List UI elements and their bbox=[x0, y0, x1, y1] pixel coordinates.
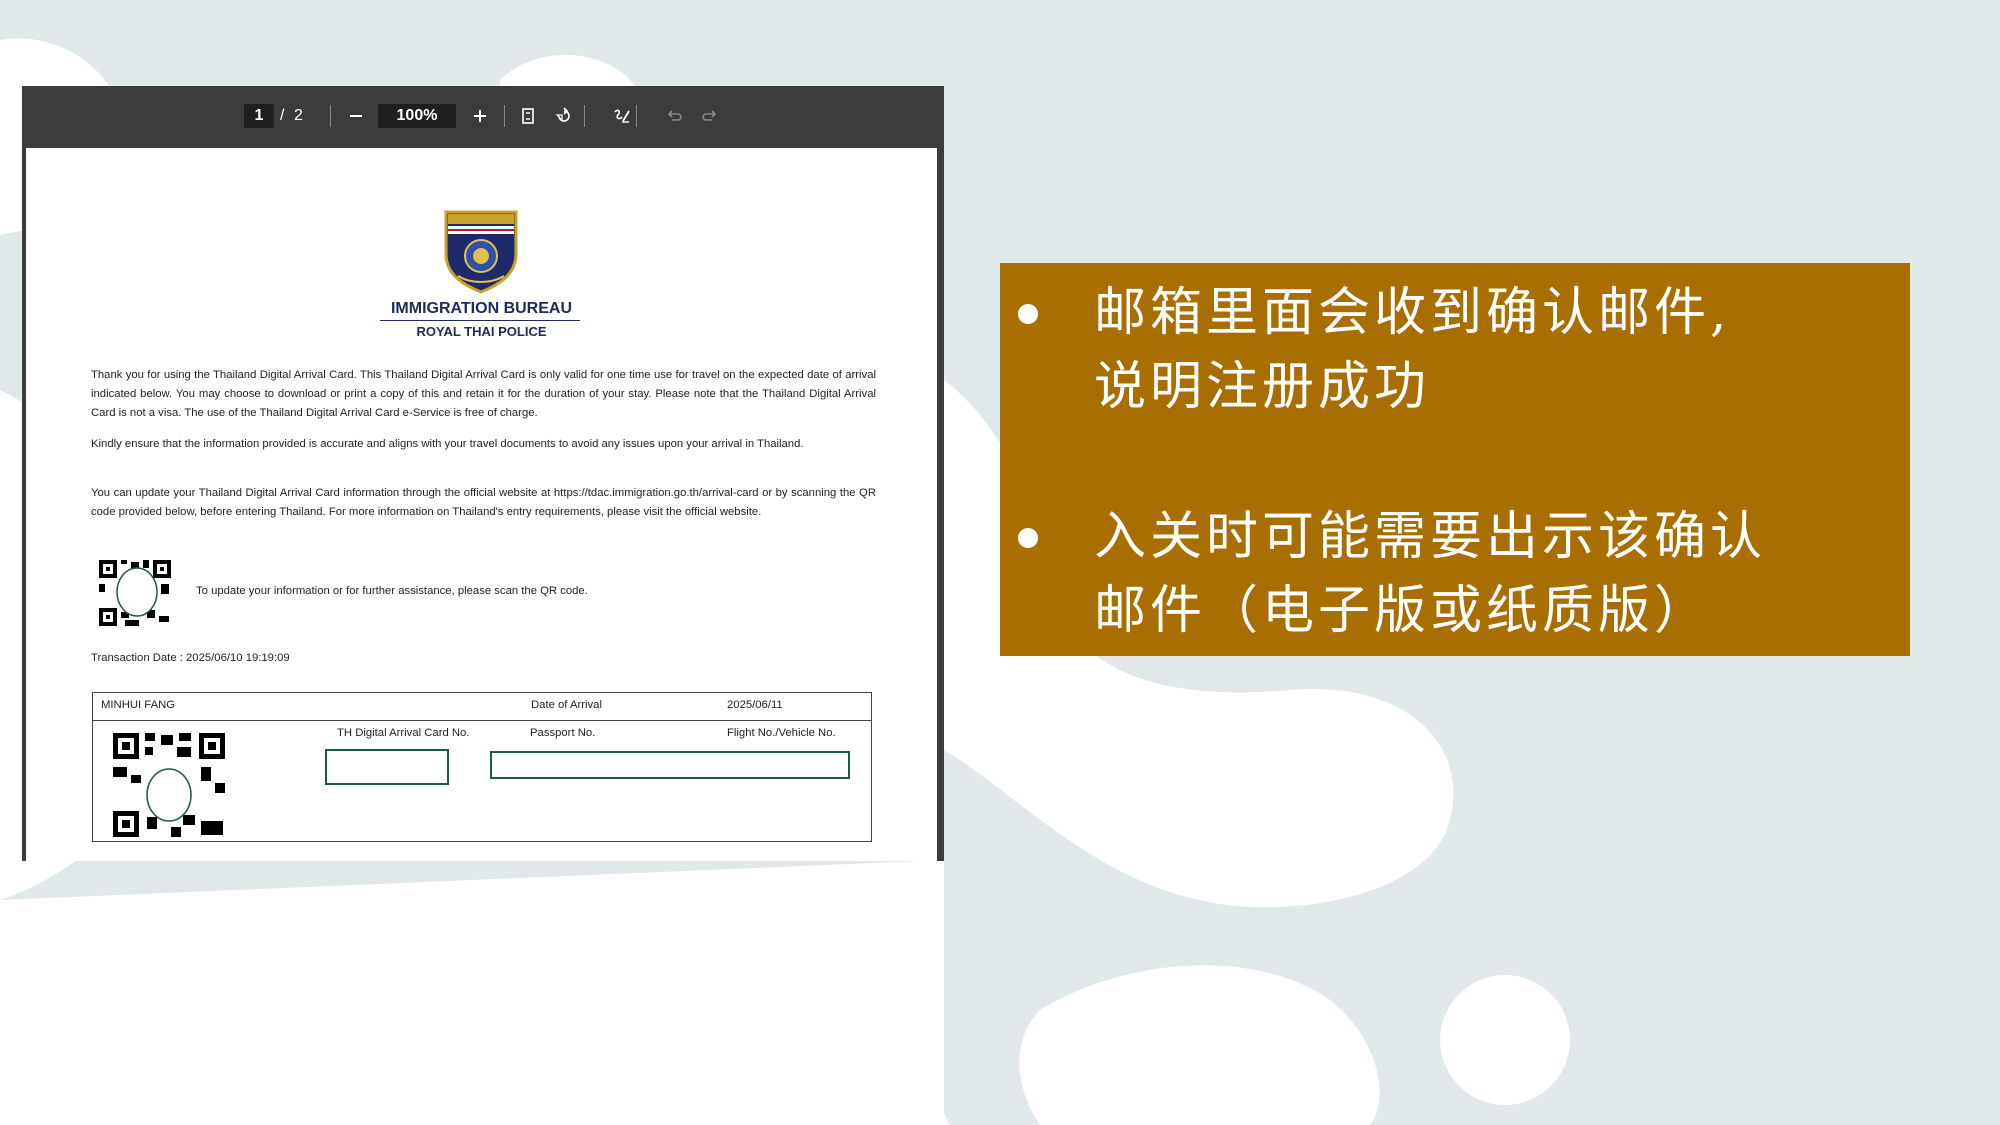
instruction-2: 入关时可能需要出示该确认 邮件（电子版或纸质版） bbox=[1094, 500, 1884, 648]
page-total: 2 bbox=[294, 107, 303, 124]
zoom-out-button[interactable] bbox=[342, 102, 370, 130]
arrival-card-qr-code bbox=[113, 733, 225, 837]
toolbar-divider bbox=[504, 105, 505, 127]
undo-button[interactable] bbox=[660, 102, 688, 130]
accuracy-paragraph: Kindly ensure that the information provi… bbox=[91, 438, 804, 450]
page-separator: / bbox=[280, 107, 285, 124]
update-paragraph: You can update your Thailand Digital Arr… bbox=[91, 487, 876, 518]
draw-icon bbox=[614, 109, 630, 123]
instruction-2-line2: 邮件（电子版或纸质版） bbox=[1094, 581, 1711, 641]
redo-icon bbox=[702, 110, 717, 121]
instruction-1: 邮箱里面会收到确认邮件, 说明注册成功 bbox=[1094, 276, 1884, 424]
royal-thai-police-emblem bbox=[444, 210, 518, 294]
bullet-dot bbox=[1018, 528, 1038, 548]
title-underline bbox=[380, 320, 580, 321]
instruction-2-line1: 入关时可能需要出示该确认 bbox=[1094, 507, 1767, 567]
fit-page-button[interactable] bbox=[514, 102, 542, 130]
arrival-card-summary: MINHUI FANG Date of Arrival 2025/06/11 T… bbox=[92, 692, 872, 842]
pdf-page: IMMIGRATION BUREAU ROYAL THAI POLICE Tha… bbox=[26, 148, 937, 861]
fit-page-icon bbox=[522, 108, 534, 124]
pdf-toolbar: 1 / 2 100% bbox=[22, 86, 944, 146]
flight-label: Flight No./Vehicle No. bbox=[727, 727, 836, 739]
qr-note: To update your information or for furthe… bbox=[196, 585, 588, 597]
toolbar-divider bbox=[584, 105, 585, 127]
page-number-input[interactable]: 1 bbox=[244, 104, 274, 128]
redo-button[interactable] bbox=[696, 102, 724, 130]
draw-button[interactable] bbox=[608, 102, 636, 130]
rotate-icon bbox=[555, 107, 570, 122]
arrival-date-label: Date of Arrival bbox=[531, 699, 602, 711]
update-qr-code[interactable] bbox=[97, 558, 173, 628]
document-subtitle: ROYAL THAI POLICE bbox=[416, 324, 547, 339]
bullet-dot bbox=[1018, 304, 1038, 324]
rotate-button[interactable] bbox=[550, 102, 578, 130]
passport-label: Passport No. bbox=[530, 727, 596, 739]
instruction-1-line1: 邮箱里面会收到确认邮件, bbox=[1094, 283, 1731, 343]
tdac-number-label: TH Digital Arrival Card No. bbox=[337, 727, 470, 739]
zoom-in-button[interactable] bbox=[466, 102, 494, 130]
zoom-level-input[interactable]: 100% bbox=[378, 104, 456, 128]
arrival-date-value: 2025/06/11 bbox=[727, 699, 783, 711]
traveller-name: MINHUI FANG bbox=[101, 699, 176, 711]
minus-icon bbox=[350, 115, 362, 117]
tdac-number-field bbox=[325, 749, 449, 785]
plus-icon bbox=[474, 110, 486, 122]
card-divider bbox=[93, 720, 871, 721]
intro-paragraph: Thank you for using the Thailand Digital… bbox=[91, 369, 876, 419]
toolbar-divider bbox=[636, 105, 637, 127]
transaction-date: Transaction Date : 2025/06/10 19:19:09 bbox=[91, 652, 290, 664]
document-title: IMMIGRATION BUREAU bbox=[390, 300, 573, 317]
undo-icon bbox=[667, 110, 682, 121]
toolbar-divider bbox=[330, 105, 331, 127]
pdf-viewer: 1 / 2 100% IMMIGRATION BUREAU ROYAL THAI… bbox=[22, 86, 944, 861]
instruction-1-line2: 说明注册成功 bbox=[1094, 357, 1431, 417]
passport-flight-field bbox=[490, 751, 850, 779]
